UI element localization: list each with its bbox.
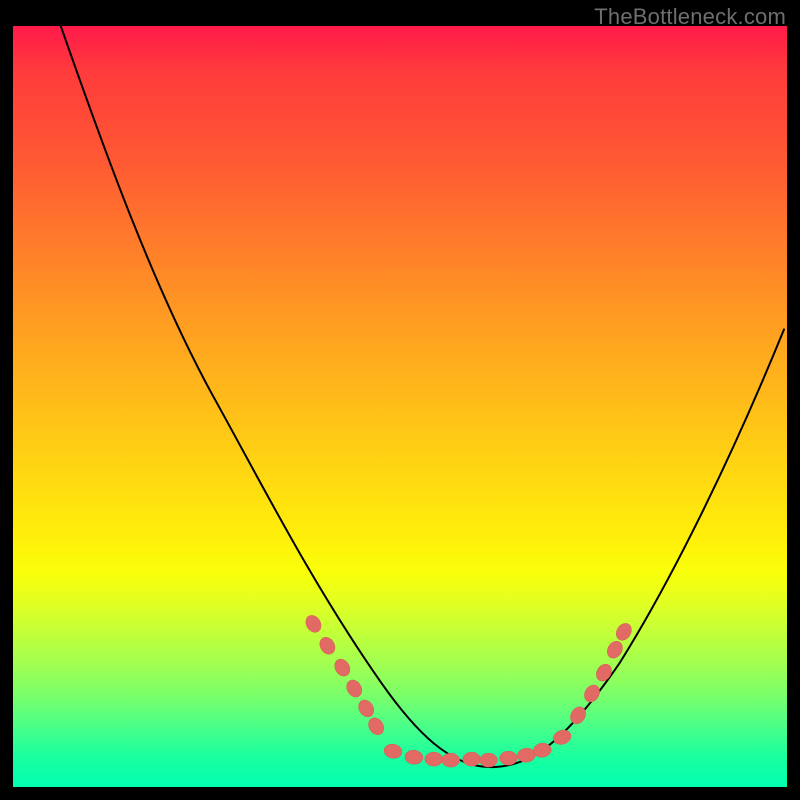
- highlight-dot: [480, 753, 498, 767]
- chart-plot-area: [11, 24, 789, 789]
- highlight-dot: [332, 656, 353, 679]
- highlight-dot: [517, 747, 536, 762]
- highlight-dot: [303, 613, 324, 636]
- bottleneck-curve-svg: [13, 26, 787, 787]
- highlight-dot: [442, 753, 460, 767]
- highlight-dot: [613, 621, 634, 644]
- highlight-dot: [344, 677, 365, 700]
- highlight-dot: [581, 682, 602, 705]
- highlight-dot: [383, 743, 403, 760]
- highlight-dot: [551, 728, 573, 747]
- highlight-dot: [365, 715, 386, 738]
- highlight-dot: [425, 752, 443, 766]
- highlight-dot: [593, 661, 614, 684]
- highlight-dot: [499, 751, 517, 765]
- highlight-dot: [317, 634, 338, 657]
- highlight-dot: [404, 749, 423, 764]
- highlight-dot: [356, 697, 377, 720]
- bottleneck-curve-line: [61, 26, 784, 767]
- highlight-dot: [463, 752, 481, 766]
- highlight-dot-group: [303, 613, 635, 768]
